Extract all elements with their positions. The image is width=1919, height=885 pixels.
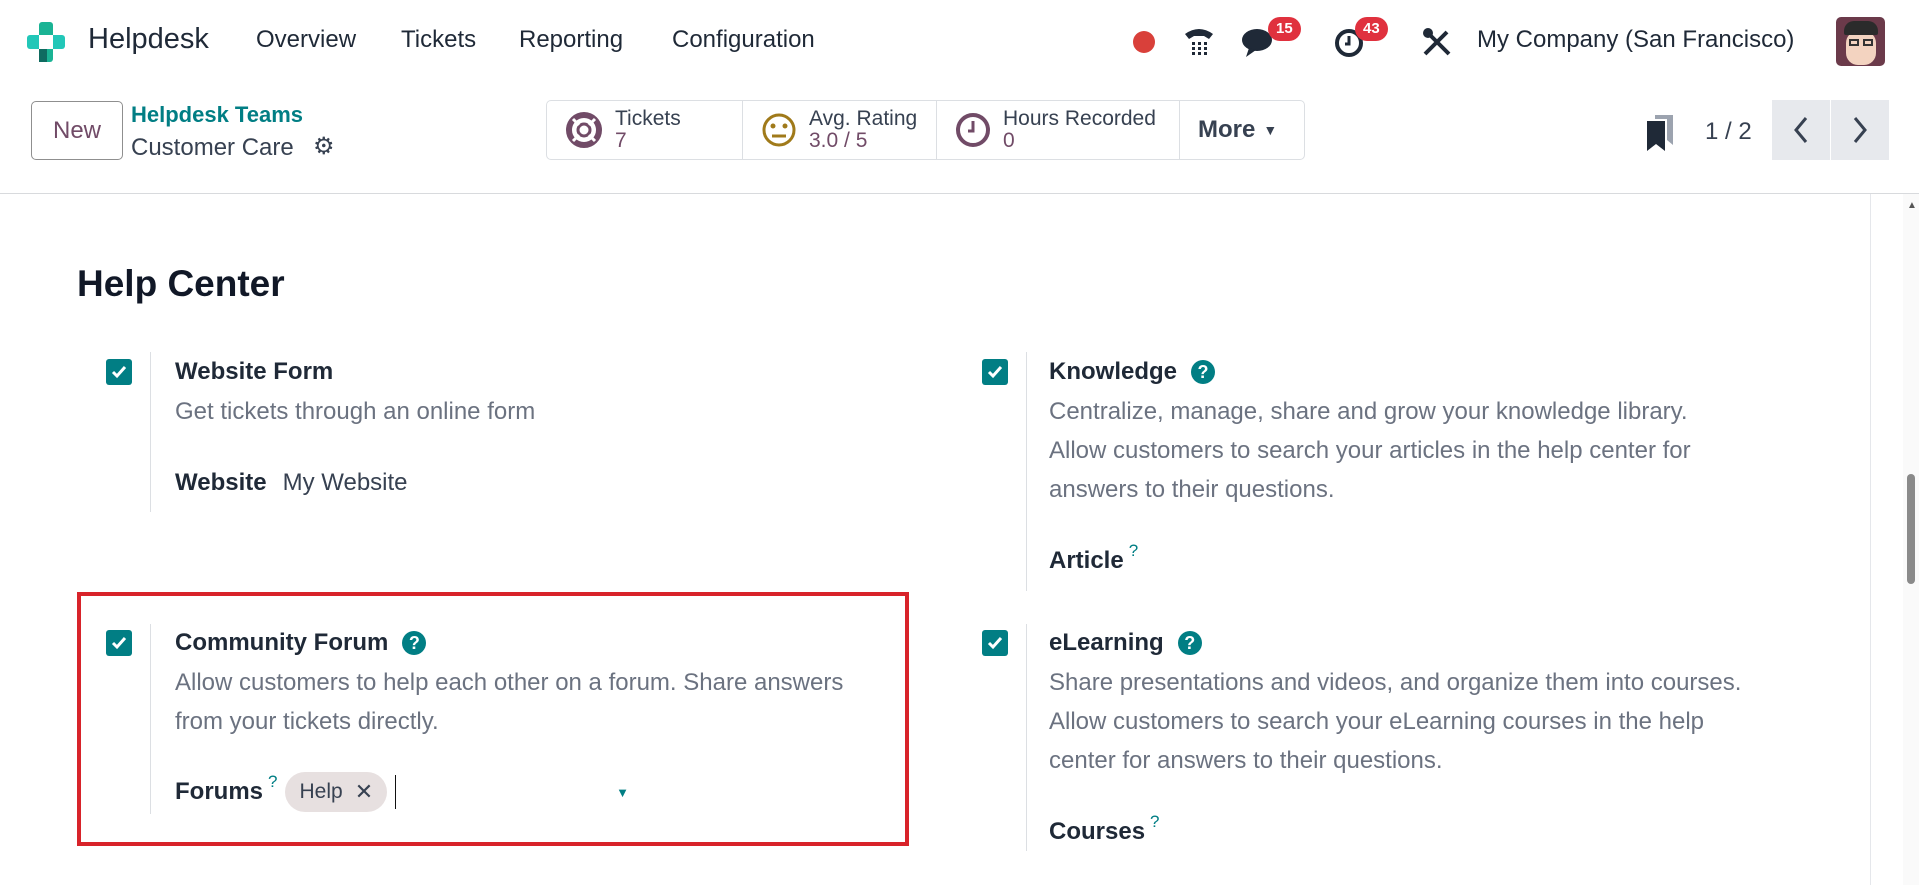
- forum-tag: Help ✕: [285, 772, 388, 812]
- check-icon: [111, 637, 127, 650]
- knowledge-checkbox[interactable]: [982, 359, 1008, 385]
- avg-rating-stat-button[interactable]: Avg. Rating 3.0 / 5: [743, 101, 937, 159]
- help-icon[interactable]: ?: [402, 631, 427, 655]
- setting-description: Allow customers to search your eLearning…: [1049, 708, 1705, 735]
- check-icon: [111, 366, 127, 379]
- setting-title: Knowledge: [1049, 358, 1178, 385]
- top-navbar: Helpdesk Overview Tickets Reporting Conf…: [0, 0, 1919, 86]
- phone-icon[interactable]: [1182, 24, 1216, 58]
- setting-community-forum: Community Forum? Allow customers to help…: [175, 623, 895, 812]
- activities-badge: 43: [1355, 17, 1388, 41]
- setting-title: Website Form: [175, 358, 334, 385]
- pager-previous-button[interactable]: [1772, 100, 1830, 160]
- setting-description: answers to their questions.: [1049, 476, 1335, 503]
- setting-website-form: Website Form Get tickets through an onli…: [175, 352, 535, 503]
- divider: [150, 352, 151, 512]
- field-label: Courses: [1049, 818, 1146, 845]
- setting-description: Get tickets through an online form: [175, 398, 536, 425]
- stat-value: 0: [1003, 129, 1015, 152]
- smart-buttons: Tickets 7 Avg. Rating 3.0 / 5 Hours Record…: [546, 100, 1305, 160]
- setting-description: Allow customers to search your articles …: [1049, 437, 1691, 464]
- tooltip-icon[interactable]: ?: [268, 772, 277, 792]
- hours-recorded-stat-button[interactable]: Hours Recorded 0: [937, 101, 1180, 159]
- elearning-checkbox[interactable]: [982, 630, 1008, 656]
- setting-description: from your tickets directly.: [175, 708, 439, 735]
- setting-description: Allow customers to help each other on a …: [175, 669, 844, 696]
- menu-configuration[interactable]: Configuration: [672, 26, 815, 54]
- setting-description: center for answers to their questions.: [1049, 747, 1443, 774]
- company-switcher[interactable]: My Company (San Francisco): [1477, 26, 1794, 54]
- sheet-border: [1870, 194, 1871, 885]
- remove-tag-icon[interactable]: ✕: [355, 779, 373, 805]
- website-form-checkbox[interactable]: [106, 359, 132, 385]
- menu-reporting[interactable]: Reporting: [519, 26, 623, 54]
- menu-overview[interactable]: Overview: [256, 26, 356, 54]
- new-button[interactable]: New: [31, 101, 123, 160]
- scrollbar-thumb[interactable]: [1907, 474, 1915, 584]
- setting-knowledge: Knowledge? Centralize, manage, share and…: [1049, 352, 1691, 581]
- setting-title: eLearning: [1049, 629, 1164, 656]
- stat-value: 7: [615, 129, 627, 152]
- divider: [1026, 352, 1027, 591]
- tooltip-icon[interactable]: ?: [1129, 541, 1138, 561]
- stat-value: 3.0 / 5: [809, 129, 868, 152]
- gear-icon[interactable]: ⚙: [313, 132, 335, 161]
- help-icon[interactable]: ?: [1191, 360, 1216, 384]
- help-icon[interactable]: ?: [1177, 631, 1202, 655]
- caret-down-icon: ▼: [1263, 122, 1278, 138]
- scrollbar[interactable]: ▲: [1903, 194, 1919, 885]
- website-field[interactable]: My Website: [283, 469, 408, 497]
- setting-description: Centralize, manage, share and grow your …: [1049, 398, 1688, 425]
- more-dropdown[interactable]: More ▼: [1180, 101, 1277, 159]
- field-label: Forums: [175, 778, 264, 805]
- messages-badge: 15: [1268, 17, 1301, 41]
- more-label: More: [1198, 116, 1256, 143]
- tag-label: Help: [299, 780, 343, 803]
- stat-label: Avg. Rating: [809, 107, 918, 130]
- field-label: Article: [1049, 547, 1124, 574]
- divider: [1026, 624, 1027, 851]
- helpdesk-logo-icon[interactable]: [27, 22, 65, 62]
- pager-next-button[interactable]: [1831, 100, 1889, 160]
- user-avatar[interactable]: [1836, 17, 1885, 66]
- pager-value[interactable]: 1 / 2: [1705, 118, 1752, 146]
- setting-title: Community Forum: [175, 629, 389, 656]
- status-dot-icon[interactable]: [1133, 31, 1155, 53]
- check-icon: [987, 637, 1003, 650]
- app-name[interactable]: Helpdesk: [88, 23, 209, 56]
- clock-icon: [956, 113, 990, 147]
- bookmark-icon[interactable]: [1647, 115, 1673, 151]
- setting-elearning: eLearning? Share presentations and video…: [1049, 623, 1741, 852]
- tickets-stat-button[interactable]: Tickets 7: [547, 101, 743, 159]
- tooltip-icon[interactable]: ?: [1150, 812, 1159, 832]
- community-forum-checkbox[interactable]: [106, 630, 132, 656]
- field-label: Website: [175, 469, 267, 496]
- check-icon: [987, 366, 1003, 379]
- caret-down-icon[interactable]: ▼: [616, 785, 629, 800]
- record-name: Customer Care: [131, 134, 294, 161]
- stat-label: Tickets: [615, 107, 681, 130]
- tools-icon[interactable]: [1421, 26, 1453, 58]
- divider: [150, 624, 151, 814]
- lifebuoy-icon: [566, 112, 602, 148]
- setting-description: Share presentations and videos, and orga…: [1049, 669, 1742, 696]
- stat-label: Hours Recorded: [1003, 107, 1156, 130]
- forums-input[interactable]: [395, 775, 397, 809]
- section-title: Help Center: [77, 263, 285, 304]
- chevron-right-icon: [1853, 117, 1867, 143]
- neutral-face-icon: [762, 113, 796, 147]
- breadcrumb-helpdesk-teams[interactable]: Helpdesk Teams: [131, 102, 303, 128]
- chevron-left-icon: [1794, 117, 1808, 143]
- menu-tickets[interactable]: Tickets: [401, 26, 476, 54]
